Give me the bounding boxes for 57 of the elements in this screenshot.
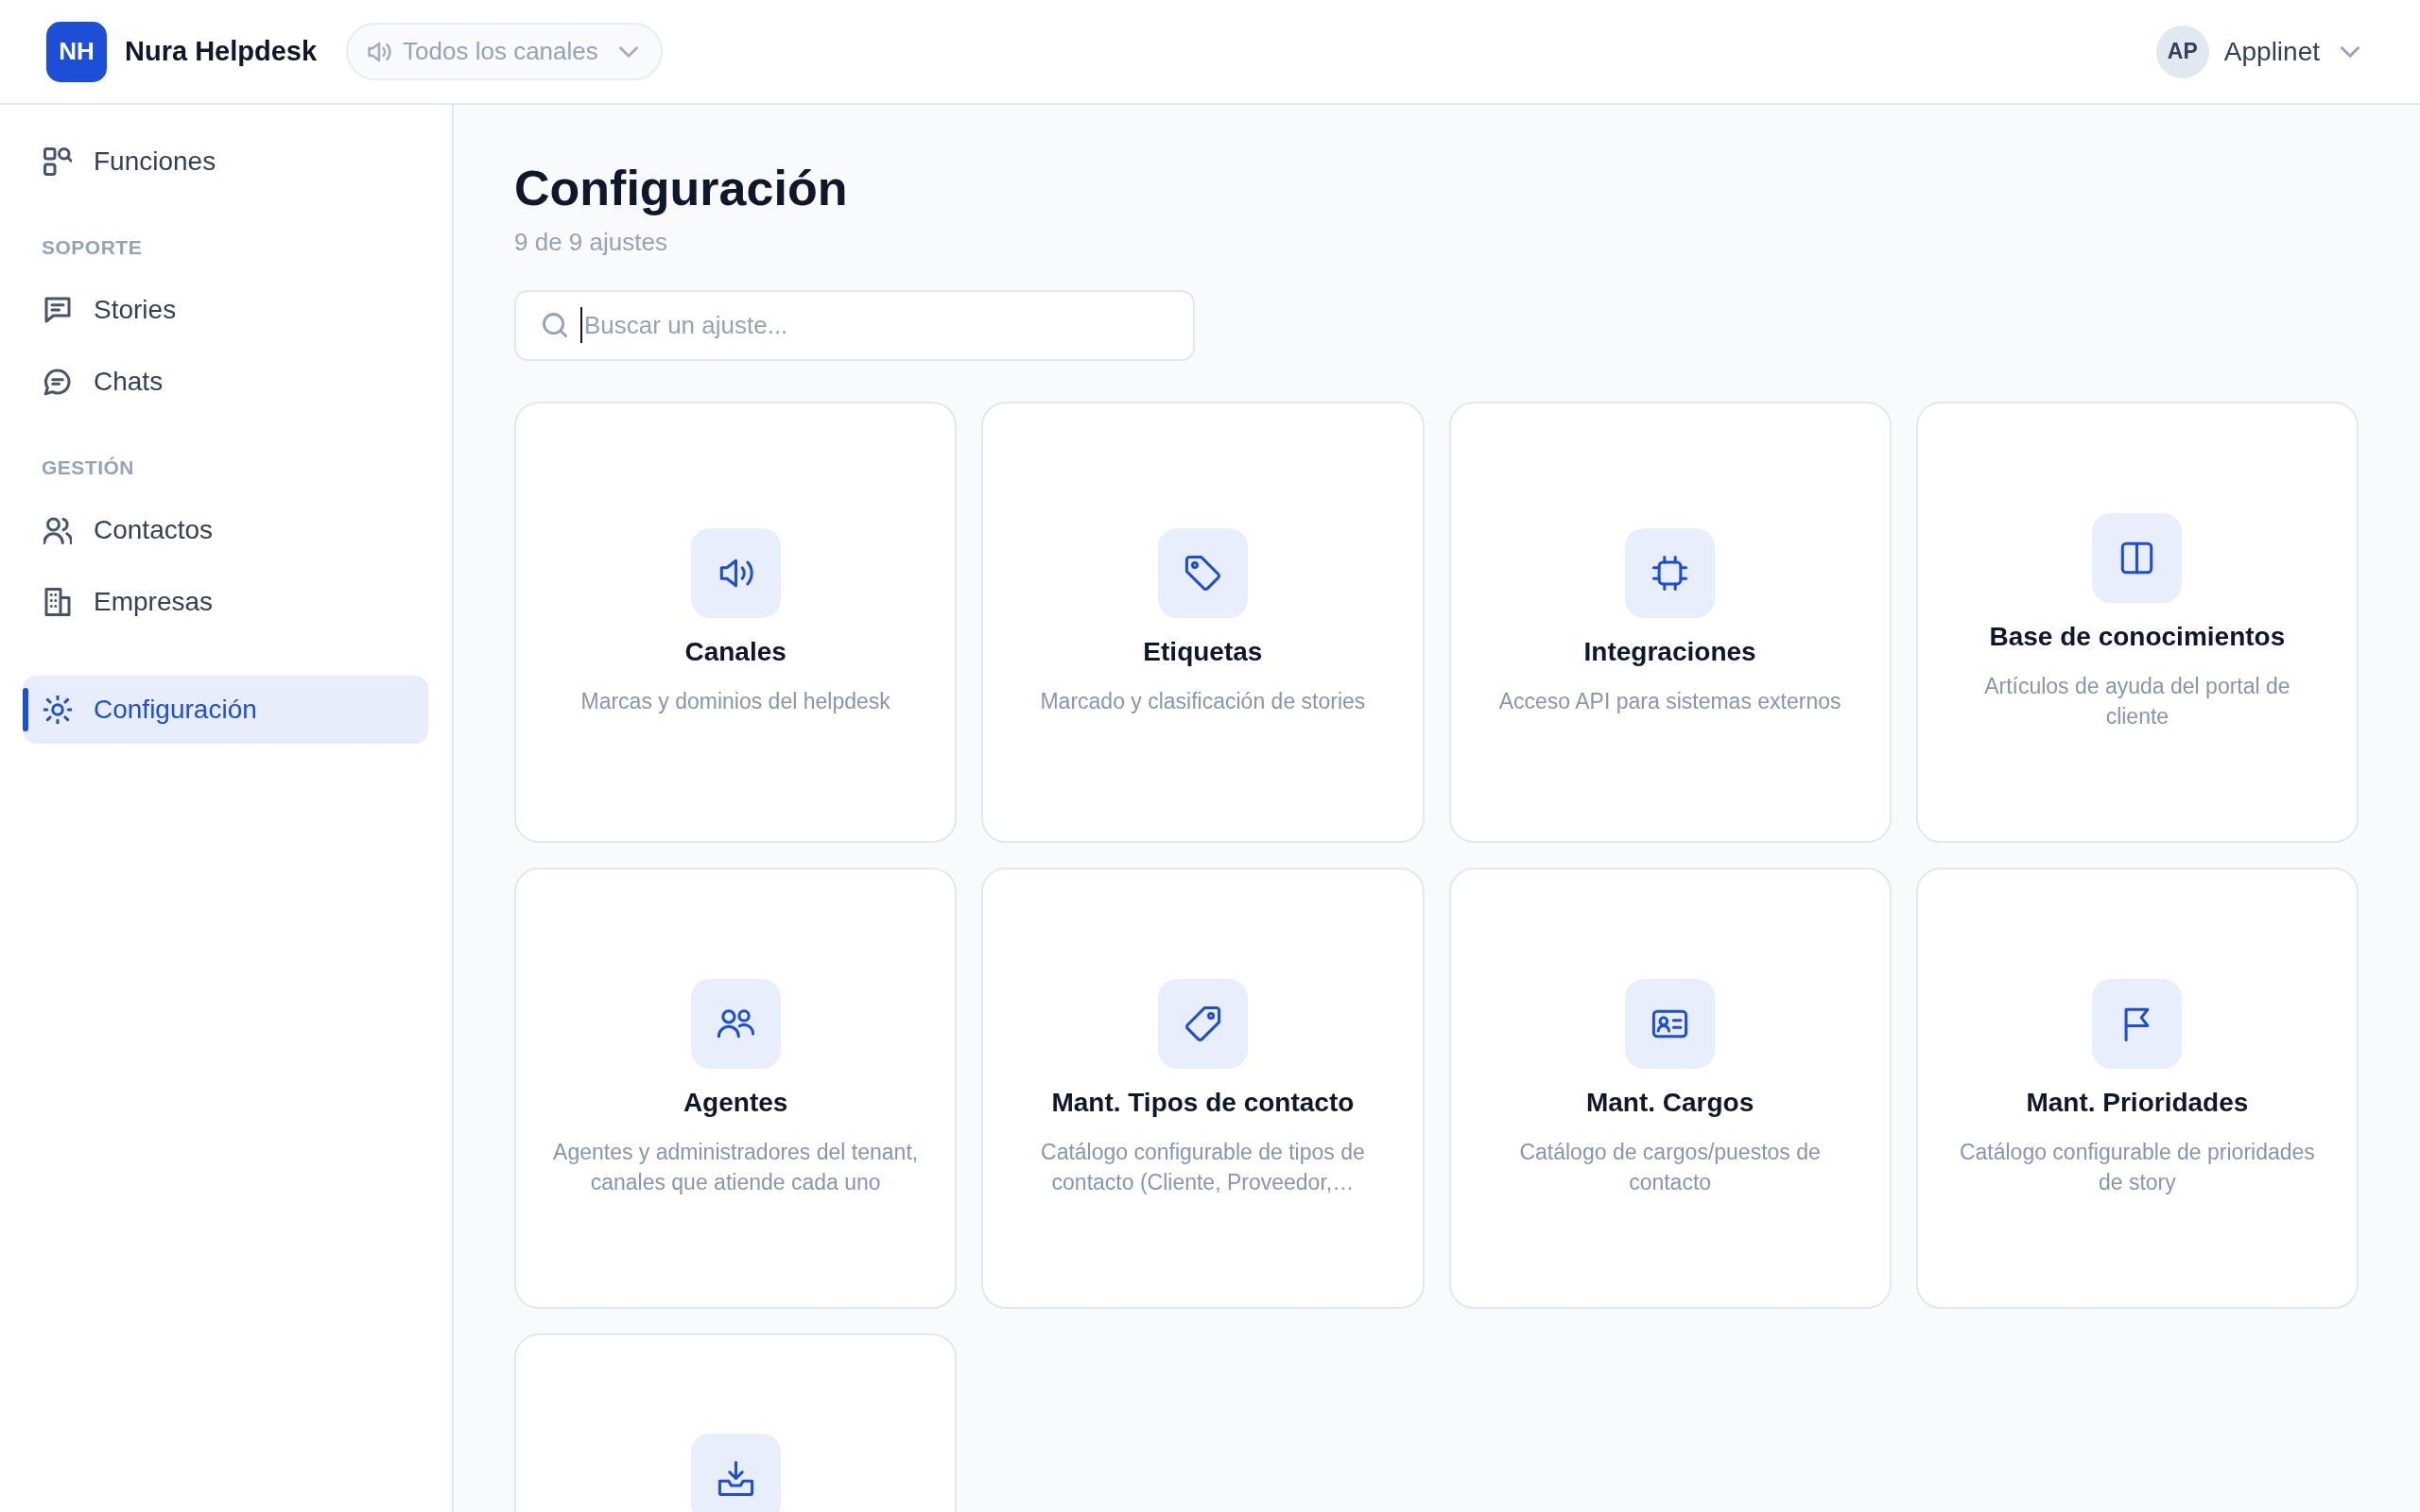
card-description: Acceso API para sistemas externos <box>1498 688 1841 715</box>
card-description: Catálogo de cargos/puestos de contacto <box>1518 1139 1822 1196</box>
building-icon <box>43 588 72 616</box>
chevron-down-icon <box>2341 45 2360 58</box>
card-description: Catálogo configurable de tipos de contacto (Cliente, Proveedor,… <box>1040 1139 1366 1196</box>
search-field[interactable]: Buscar un ajuste... <box>514 290 1195 361</box>
card-description: Artículos de ayuda del portal de cliente <box>1983 673 2291 730</box>
card-description: Catálogo configurable de prioridades de story <box>1958 1139 2316 1196</box>
card-description: Marcado y clasificación de stories <box>1040 688 1366 715</box>
sidebar-item[interactable]: Stories <box>23 276 428 344</box>
sidebar-item[interactable]: Configuración <box>23 676 428 744</box>
speaker-icon <box>690 528 781 618</box>
chat-bubble-icon <box>43 368 72 396</box>
squares-search-icon <box>43 147 72 176</box>
settings-card[interactable]: Etiquetas Marcado y clasificación de stories <box>981 402 1425 843</box>
users-icon <box>43 516 72 544</box>
card-title: Mant. Cargos <box>1585 1087 1754 1119</box>
settings-count: 9 de 9 ajustes <box>514 227 668 258</box>
columns-icon <box>2092 513 2183 603</box>
card-title: Agentes <box>683 1087 788 1119</box>
card-title: Mant. Tipos de contacto <box>1051 1087 1355 1119</box>
user-avatar: AP <box>2155 25 2209 78</box>
sidebar-item[interactable]: Contactos <box>23 496 428 564</box>
tag-icon <box>1157 979 1248 1069</box>
message-icon <box>43 296 72 324</box>
card-title: Base de conocimientos <box>1989 621 2286 653</box>
chip-icon <box>1625 528 1716 618</box>
search-icon <box>543 313 567 337</box>
settings-card[interactable]: Agentes Agentes y administradores del tenant, canales que atiende cada uno <box>514 868 958 1309</box>
section-heading: SOPORTE <box>41 235 144 260</box>
users-icon <box>690 979 781 1069</box>
sidebar-item[interactable]: Empresas <box>23 568 428 636</box>
app-name: Nura Helpdesk <box>125 36 318 67</box>
section-heading: GESTIÓN <box>41 455 135 480</box>
card-title: Mant. Prioridades <box>2026 1087 2249 1119</box>
card-title: Etiquetas <box>1143 636 1263 668</box>
settings-card[interactable]: Mant. Cargos Catálogo de cargos/puestos de contacto <box>1448 868 1892 1309</box>
settings-card[interactable]: Mant. Prioridades Catálogo configurable de prioridades de story <box>1915 868 2359 1309</box>
card-description: Agentes y administradores del tenant, canales que atiende cada uno <box>552 1139 920 1196</box>
tag-icon <box>1157 528 1248 618</box>
chevron-down-icon <box>618 45 638 58</box>
flag-icon <box>2092 979 2183 1069</box>
card-title: Integraciones <box>1583 636 1756 668</box>
user-menu[interactable]: AP Applinet <box>2155 25 2360 78</box>
settings-card[interactable]: Integraciones Acceso API para sistemas externos <box>1448 402 1892 843</box>
card-description: Marcas y dominios del helpdesk <box>580 688 890 715</box>
settings-card[interactable]: Base de conocimientos Artículos de ayuda del portal de cliente <box>1915 402 2359 843</box>
sidebar-item[interactable]: Funciones <box>23 128 428 196</box>
tray-arrow-icon <box>690 1434 781 1512</box>
settings-card[interactable]: Mant. Tipos de contacto Catálogo configurable de tipos de contacto (Cliente, Proveedor,… <box>981 868 1425 1309</box>
settings-card[interactable]: Canales Marcas y dominios del helpdesk <box>514 402 958 843</box>
id-card-icon <box>1625 979 1716 1069</box>
sidebar-item[interactable]: Chats <box>23 348 428 416</box>
app-logo: NH <box>46 21 107 82</box>
settings-icon <box>43 696 72 724</box>
card-title: Canales <box>684 636 786 668</box>
page-title: Configuración <box>514 160 849 217</box>
